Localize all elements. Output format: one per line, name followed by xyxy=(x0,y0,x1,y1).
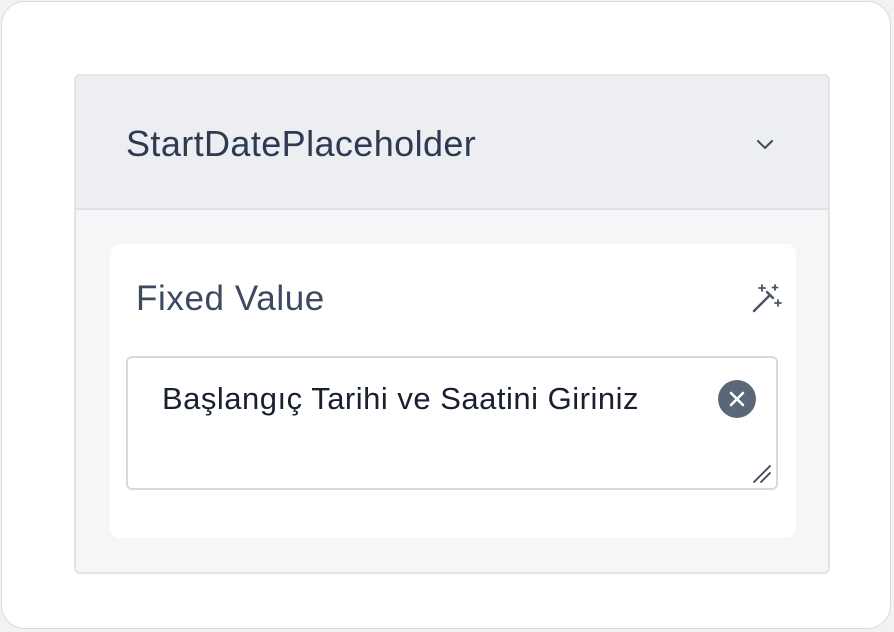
resize-handle-icon[interactable] xyxy=(750,462,772,484)
property-panel: StartDatePlaceholder Fixed Value Başlang… xyxy=(74,74,830,574)
clear-button[interactable] xyxy=(718,380,756,418)
chevron-down-icon[interactable] xyxy=(754,134,776,156)
magic-wand-icon[interactable] xyxy=(748,280,784,316)
fixed-value-card: Fixed Value Başlangıç Tarihi ve Saatini … xyxy=(110,244,796,538)
window-frame: StartDatePlaceholder Fixed Value Başlang… xyxy=(1,1,891,629)
fixed-value-textarea[interactable]: Başlangıç Tarihi ve Saatini Giriniz xyxy=(126,356,778,490)
panel-header[interactable]: StartDatePlaceholder xyxy=(76,76,828,210)
clear-icon[interactable] xyxy=(718,380,756,418)
field-label: Fixed Value xyxy=(136,279,325,318)
textarea-value[interactable]: Başlangıç Tarihi ve Saatini Giriniz xyxy=(162,372,682,426)
panel-title: StartDatePlaceholder xyxy=(126,123,477,164)
